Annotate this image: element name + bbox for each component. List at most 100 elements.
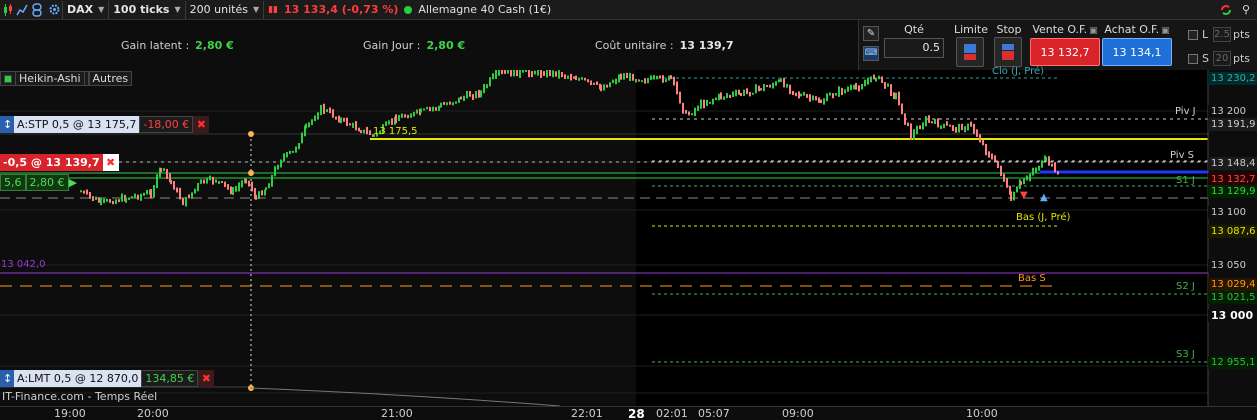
candle	[1000, 165, 1002, 177]
candle	[398, 114, 400, 122]
candle	[469, 91, 471, 97]
drag-handle-icon[interactable]: ↕	[0, 370, 14, 387]
candle	[1041, 160, 1043, 168]
candle	[230, 186, 232, 195]
drag-point[interactable]	[248, 170, 254, 176]
heikin-ashi-tab[interactable]: Heikin-Ashi	[0, 71, 89, 86]
position-tag[interactable]: -0,5 @ 13 139,7 ✖	[0, 154, 119, 171]
buy-label-text: Achat O.F.	[1104, 23, 1160, 36]
candle	[752, 92, 754, 95]
candle	[732, 91, 734, 98]
candle	[700, 99, 702, 109]
buy-button[interactable]: 13 134,1	[1102, 38, 1172, 66]
link-icon[interactable]	[30, 2, 44, 17]
candle	[922, 122, 924, 130]
candle	[844, 89, 846, 94]
info-icon[interactable]: ▣	[1089, 26, 1098, 36]
settings-icon[interactable]	[46, 3, 62, 17]
refresh-icon[interactable]	[1218, 3, 1234, 17]
candle	[907, 122, 909, 127]
s-checkbox[interactable]	[1188, 54, 1198, 64]
drag-handle-icon[interactable]: ↕	[0, 116, 14, 133]
qty-input[interactable]: 0.5	[884, 38, 944, 58]
keyboard-icon[interactable]: ⌨	[863, 46, 879, 61]
candle	[867, 77, 869, 85]
limit-order-tag[interactable]: ↕ A:LMT 0,5 @ 12 870,0 134,85 € ✖	[0, 370, 215, 387]
clo-j-label: Clo (J, Pré)	[992, 66, 1045, 77]
s-input[interactable]: 20	[1213, 51, 1231, 66]
candle	[838, 86, 840, 97]
limit-order-pnl: 134,85 €	[141, 370, 199, 387]
stop-order-label: A:STP 0,5 @ 13 175,7	[14, 116, 140, 133]
candle	[615, 78, 617, 85]
candle	[855, 83, 857, 90]
time-axis-label: 02:01	[656, 407, 688, 420]
candle	[913, 129, 915, 140]
candle	[525, 70, 527, 72]
others-tab[interactable]: Autres	[88, 71, 133, 86]
unit-cost-label: Coût unitaire :	[595, 39, 674, 52]
candle	[638, 79, 640, 82]
candle	[931, 121, 933, 124]
candle	[215, 179, 217, 183]
interval-select[interactable]: 100 ticks ▼	[108, 0, 184, 19]
candle	[778, 79, 780, 83]
candle	[352, 122, 354, 128]
candle	[103, 198, 105, 204]
units-select[interactable]: 200 unités ▼	[184, 0, 263, 19]
candle	[593, 82, 595, 85]
candle	[289, 150, 291, 155]
candle	[875, 78, 877, 82]
candle	[806, 93, 808, 98]
candle	[413, 111, 415, 117]
candle	[964, 126, 966, 133]
pin-icon[interactable]: ⚲	[1239, 3, 1253, 17]
candle	[1013, 191, 1015, 201]
indicator-bar: Heikin-Ashi Autres	[0, 71, 133, 86]
limit-order-button[interactable]	[956, 37, 984, 67]
info-icon[interactable]: ▣	[1161, 26, 1170, 36]
stop-order-tag[interactable]: ↕ A:STP 0,5 @ 13 175,7 -18,00 € ✖	[0, 116, 210, 133]
candle	[937, 118, 939, 128]
candle	[349, 123, 351, 126]
candle	[522, 70, 524, 73]
candle	[901, 103, 903, 115]
close-icon[interactable]: ✖	[198, 370, 215, 387]
candle	[925, 116, 927, 127]
candle	[150, 189, 152, 199]
units-label: 200 unités	[189, 3, 248, 16]
limit-order-label: A:LMT 0,5 @ 12 870,0	[14, 370, 142, 387]
candle	[803, 91, 805, 96]
position-pnl: 2,80 €	[25, 174, 69, 191]
l-checkbox[interactable]	[1188, 30, 1198, 40]
close-icon[interactable]: ✖	[193, 116, 210, 133]
instrument-name: Allemagne 40 Cash (1€)	[418, 3, 552, 16]
candle	[332, 109, 334, 118]
candle	[673, 76, 675, 86]
candle	[546, 70, 548, 78]
candle	[472, 94, 474, 100]
wrench-icon[interactable]: ✎	[863, 26, 879, 41]
candle	[314, 115, 316, 122]
candlestick-icon[interactable]	[2, 3, 14, 17]
candle	[766, 84, 768, 87]
l-input[interactable]: 2.5	[1213, 27, 1231, 42]
candle	[653, 75, 655, 80]
pause-icon[interactable]: ▮▮	[268, 5, 278, 15]
symbol-select[interactable]: DAX ▼	[62, 0, 108, 19]
candle	[100, 197, 102, 206]
candle	[887, 83, 889, 87]
sell-button[interactable]: 13 132,7	[1030, 38, 1100, 66]
drag-point[interactable]	[248, 131, 254, 137]
candle	[537, 70, 539, 76]
session-shading	[636, 70, 1208, 406]
bas-s-label: Bas S	[1018, 273, 1046, 284]
candle	[420, 108, 422, 113]
candle	[498, 70, 500, 76]
candle	[360, 130, 362, 134]
close-icon[interactable]: ✖	[102, 154, 119, 171]
stop-order-button[interactable]	[994, 37, 1022, 67]
candle	[1038, 165, 1040, 171]
candle	[682, 102, 684, 114]
line-chart-icon[interactable]	[16, 3, 28, 17]
